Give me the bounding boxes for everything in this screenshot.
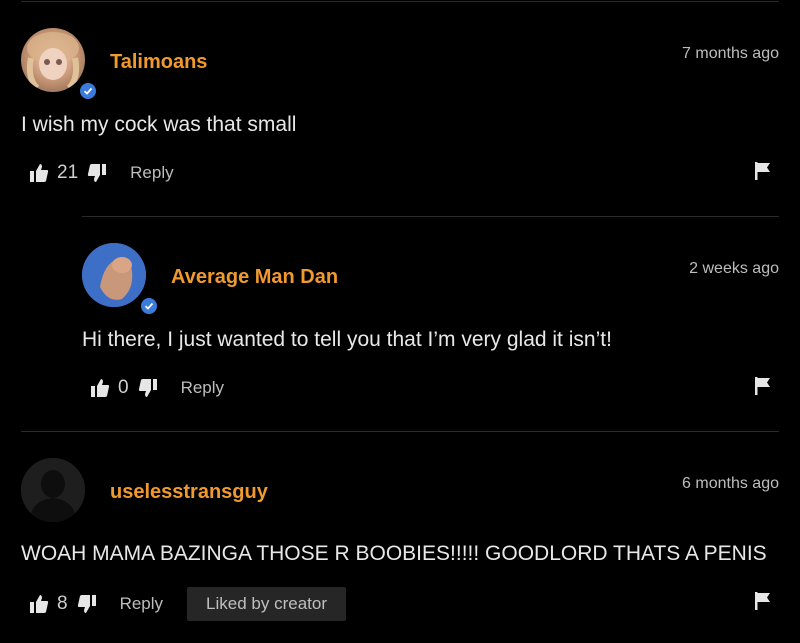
timestamp: 7 months ago	[682, 45, 779, 62]
verified-check-icon	[138, 295, 160, 317]
thumbs-down-icon[interactable]	[86, 162, 108, 184]
thumbs-up-icon[interactable]	[89, 377, 111, 399]
comment-actions: 21 Reply	[28, 158, 174, 188]
username[interactable]: uselesstransguy	[110, 481, 268, 504]
divider	[82, 216, 779, 217]
verified-check-icon	[77, 80, 99, 102]
timestamp: 2 weeks ago	[689, 260, 779, 277]
comment-text: Hi there, I just wanted to tell you that…	[82, 328, 612, 351]
liked-by-creator-badge: Liked by creator	[187, 587, 346, 621]
comment-actions: 0 Reply	[89, 373, 224, 403]
reply-button[interactable]: Reply	[130, 163, 173, 183]
like-count: 0	[118, 377, 129, 398]
top-divider	[21, 1, 779, 2]
avatar[interactable]	[82, 243, 146, 307]
comment-actions: 8 Reply Liked by creator	[28, 587, 346, 621]
flag-icon[interactable]	[753, 376, 773, 396]
reply-button[interactable]: Reply	[120, 594, 163, 614]
timestamp: 6 months ago	[682, 475, 779, 492]
like-count: 21	[57, 162, 79, 183]
username[interactable]: Average Man Dan	[171, 266, 338, 289]
avatar[interactable]	[21, 458, 85, 522]
thumbs-up-icon[interactable]	[28, 162, 50, 184]
thumbs-down-icon[interactable]	[76, 593, 98, 615]
flag-icon[interactable]	[753, 161, 773, 181]
reply-button[interactable]: Reply	[181, 378, 224, 398]
like-count: 8	[57, 593, 68, 614]
avatar[interactable]	[21, 28, 85, 92]
comment-text: WOAH MAMA BAZINGA THOSE R BOOBIES!!!!! G…	[21, 542, 767, 565]
thumbs-up-icon[interactable]	[28, 593, 50, 615]
username[interactable]: Talimoans	[110, 51, 207, 74]
divider	[21, 431, 779, 432]
thumbs-down-icon[interactable]	[137, 377, 159, 399]
flag-icon[interactable]	[753, 591, 773, 611]
comment-text: I wish my cock was that small	[21, 113, 297, 136]
